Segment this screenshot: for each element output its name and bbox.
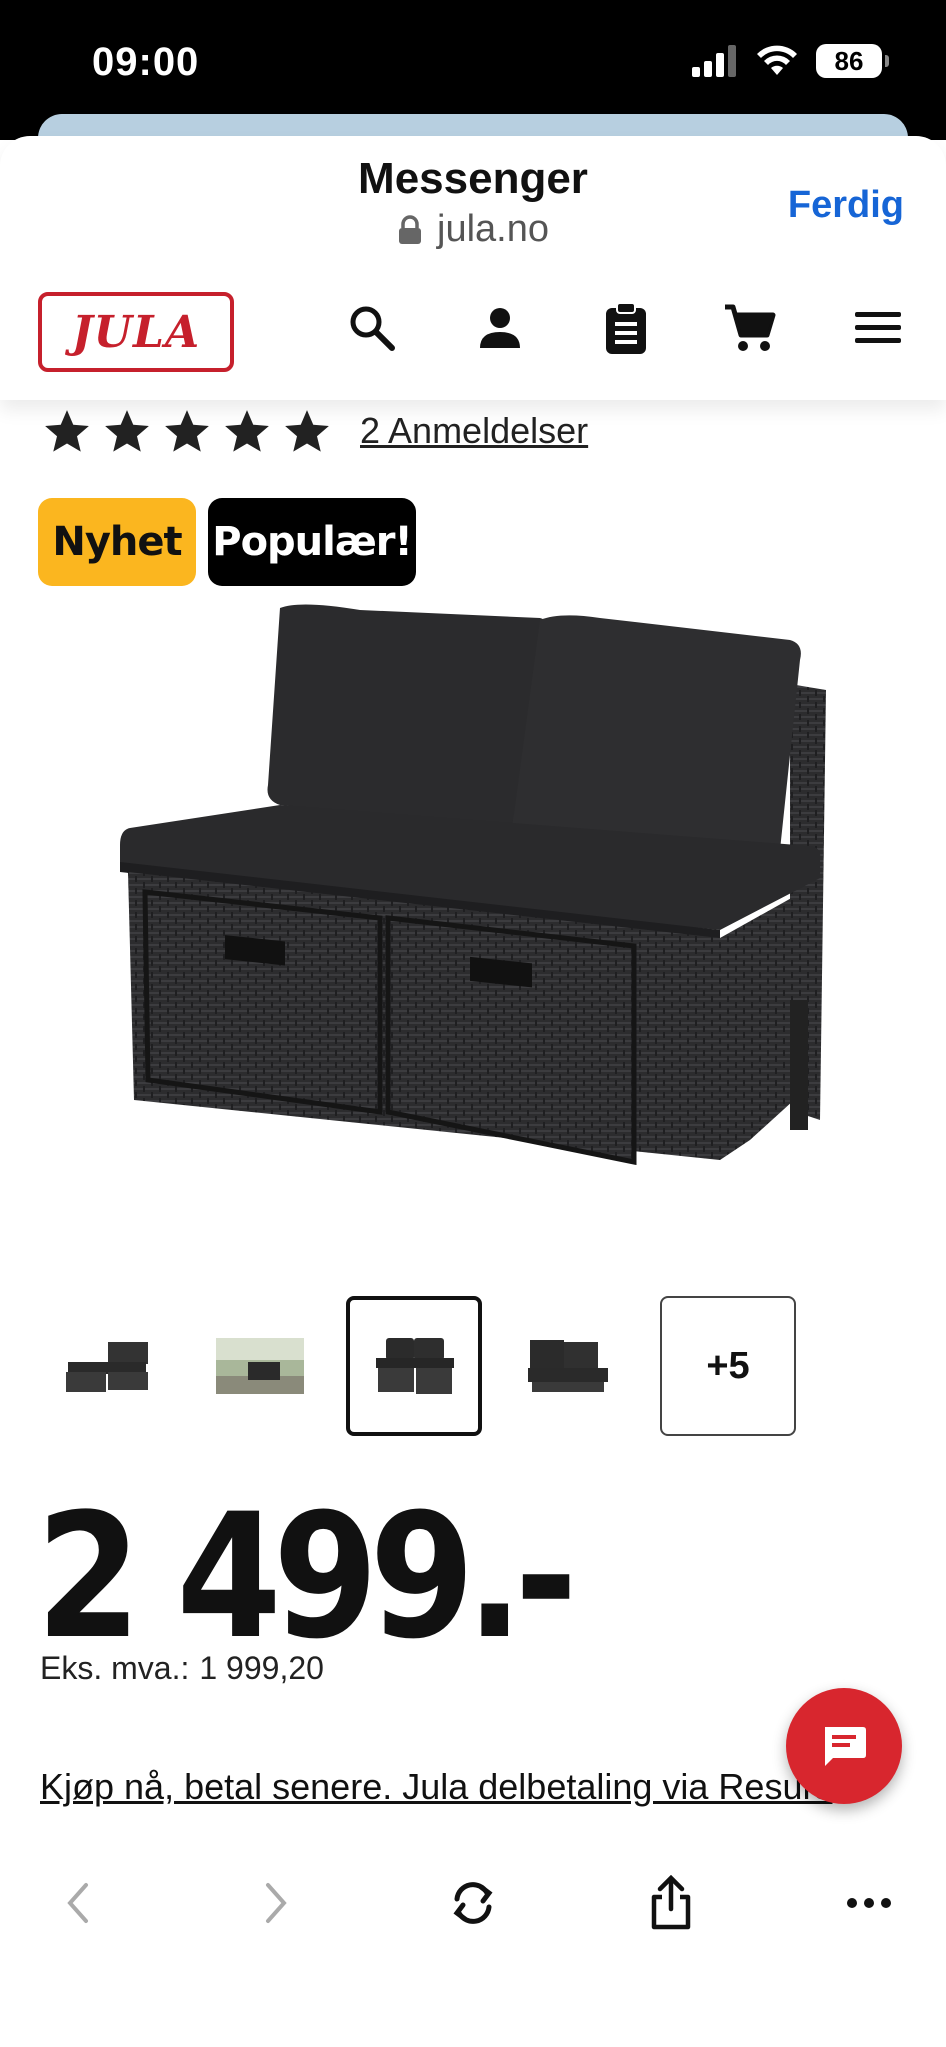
ex-vat-value: 1 999,20 xyxy=(199,1650,324,1686)
share-icon[interactable] xyxy=(636,1868,706,1938)
thumbnail-sofa-image xyxy=(528,1340,608,1392)
signal-icon xyxy=(692,45,736,77)
status-time: 09:00 xyxy=(92,40,200,84)
badge-new: Nyhet xyxy=(38,498,196,586)
forward-icon[interactable] xyxy=(242,1868,312,1938)
installment-link[interactable]: Kjøp nå, betal senere. Jula delbetaling … xyxy=(40,1766,900,1808)
thumbnail-1[interactable] xyxy=(38,1296,174,1436)
back-icon[interactable] xyxy=(42,1868,112,1938)
status-icons: 86 xyxy=(692,44,889,78)
done-button[interactable]: Ferdig xyxy=(788,184,904,227)
thumbnail-sofa-image xyxy=(66,1342,148,1392)
search-icon[interactable] xyxy=(344,300,400,356)
product-rating[interactable]: 2 Anmeldelser xyxy=(42,406,588,456)
price-ex-vat: Eks. mva.: 1 999,20 xyxy=(40,1650,324,1687)
reviews-link[interactable]: 2 Anmeldelser xyxy=(360,410,588,452)
ex-vat-label: Eks. mva.: xyxy=(40,1650,190,1686)
menu-icon[interactable] xyxy=(850,300,906,356)
browser-toolbar xyxy=(0,1836,946,2047)
lock-icon xyxy=(399,214,421,244)
badge-popular: Populær! xyxy=(208,498,416,586)
product-price: 2 499.- xyxy=(36,1476,577,1677)
thumbnail-3-selected[interactable] xyxy=(346,1296,482,1436)
account-icon[interactable] xyxy=(472,300,528,356)
star-icon xyxy=(285,410,329,452)
star-icon xyxy=(165,410,209,452)
logo-text: JULA xyxy=(71,306,201,358)
thumbnail-2[interactable] xyxy=(192,1296,328,1436)
wifi-icon xyxy=(757,45,797,75)
chat-icon xyxy=(825,1727,866,1766)
jula-logo[interactable]: JULA xyxy=(38,292,234,372)
star-icon xyxy=(45,410,89,452)
product-image[interactable] xyxy=(100,600,840,1180)
thumbnail-4[interactable] xyxy=(500,1296,636,1436)
thumbnail-garden-image xyxy=(216,1338,304,1394)
shopping-list-icon[interactable] xyxy=(598,300,654,356)
chat-button[interactable] xyxy=(786,1688,902,1804)
cart-icon[interactable] xyxy=(722,300,778,356)
reload-icon[interactable] xyxy=(438,1868,508,1938)
thumbnail-sofa-image xyxy=(376,1338,454,1394)
thumbnail-more[interactable]: +5 xyxy=(660,1296,796,1436)
star-icon xyxy=(225,410,269,452)
more-icon[interactable] xyxy=(834,1868,904,1938)
star-icon xyxy=(105,410,149,452)
battery-indicator: 86 xyxy=(816,44,889,78)
browser-url-text: jula.no xyxy=(437,208,549,250)
